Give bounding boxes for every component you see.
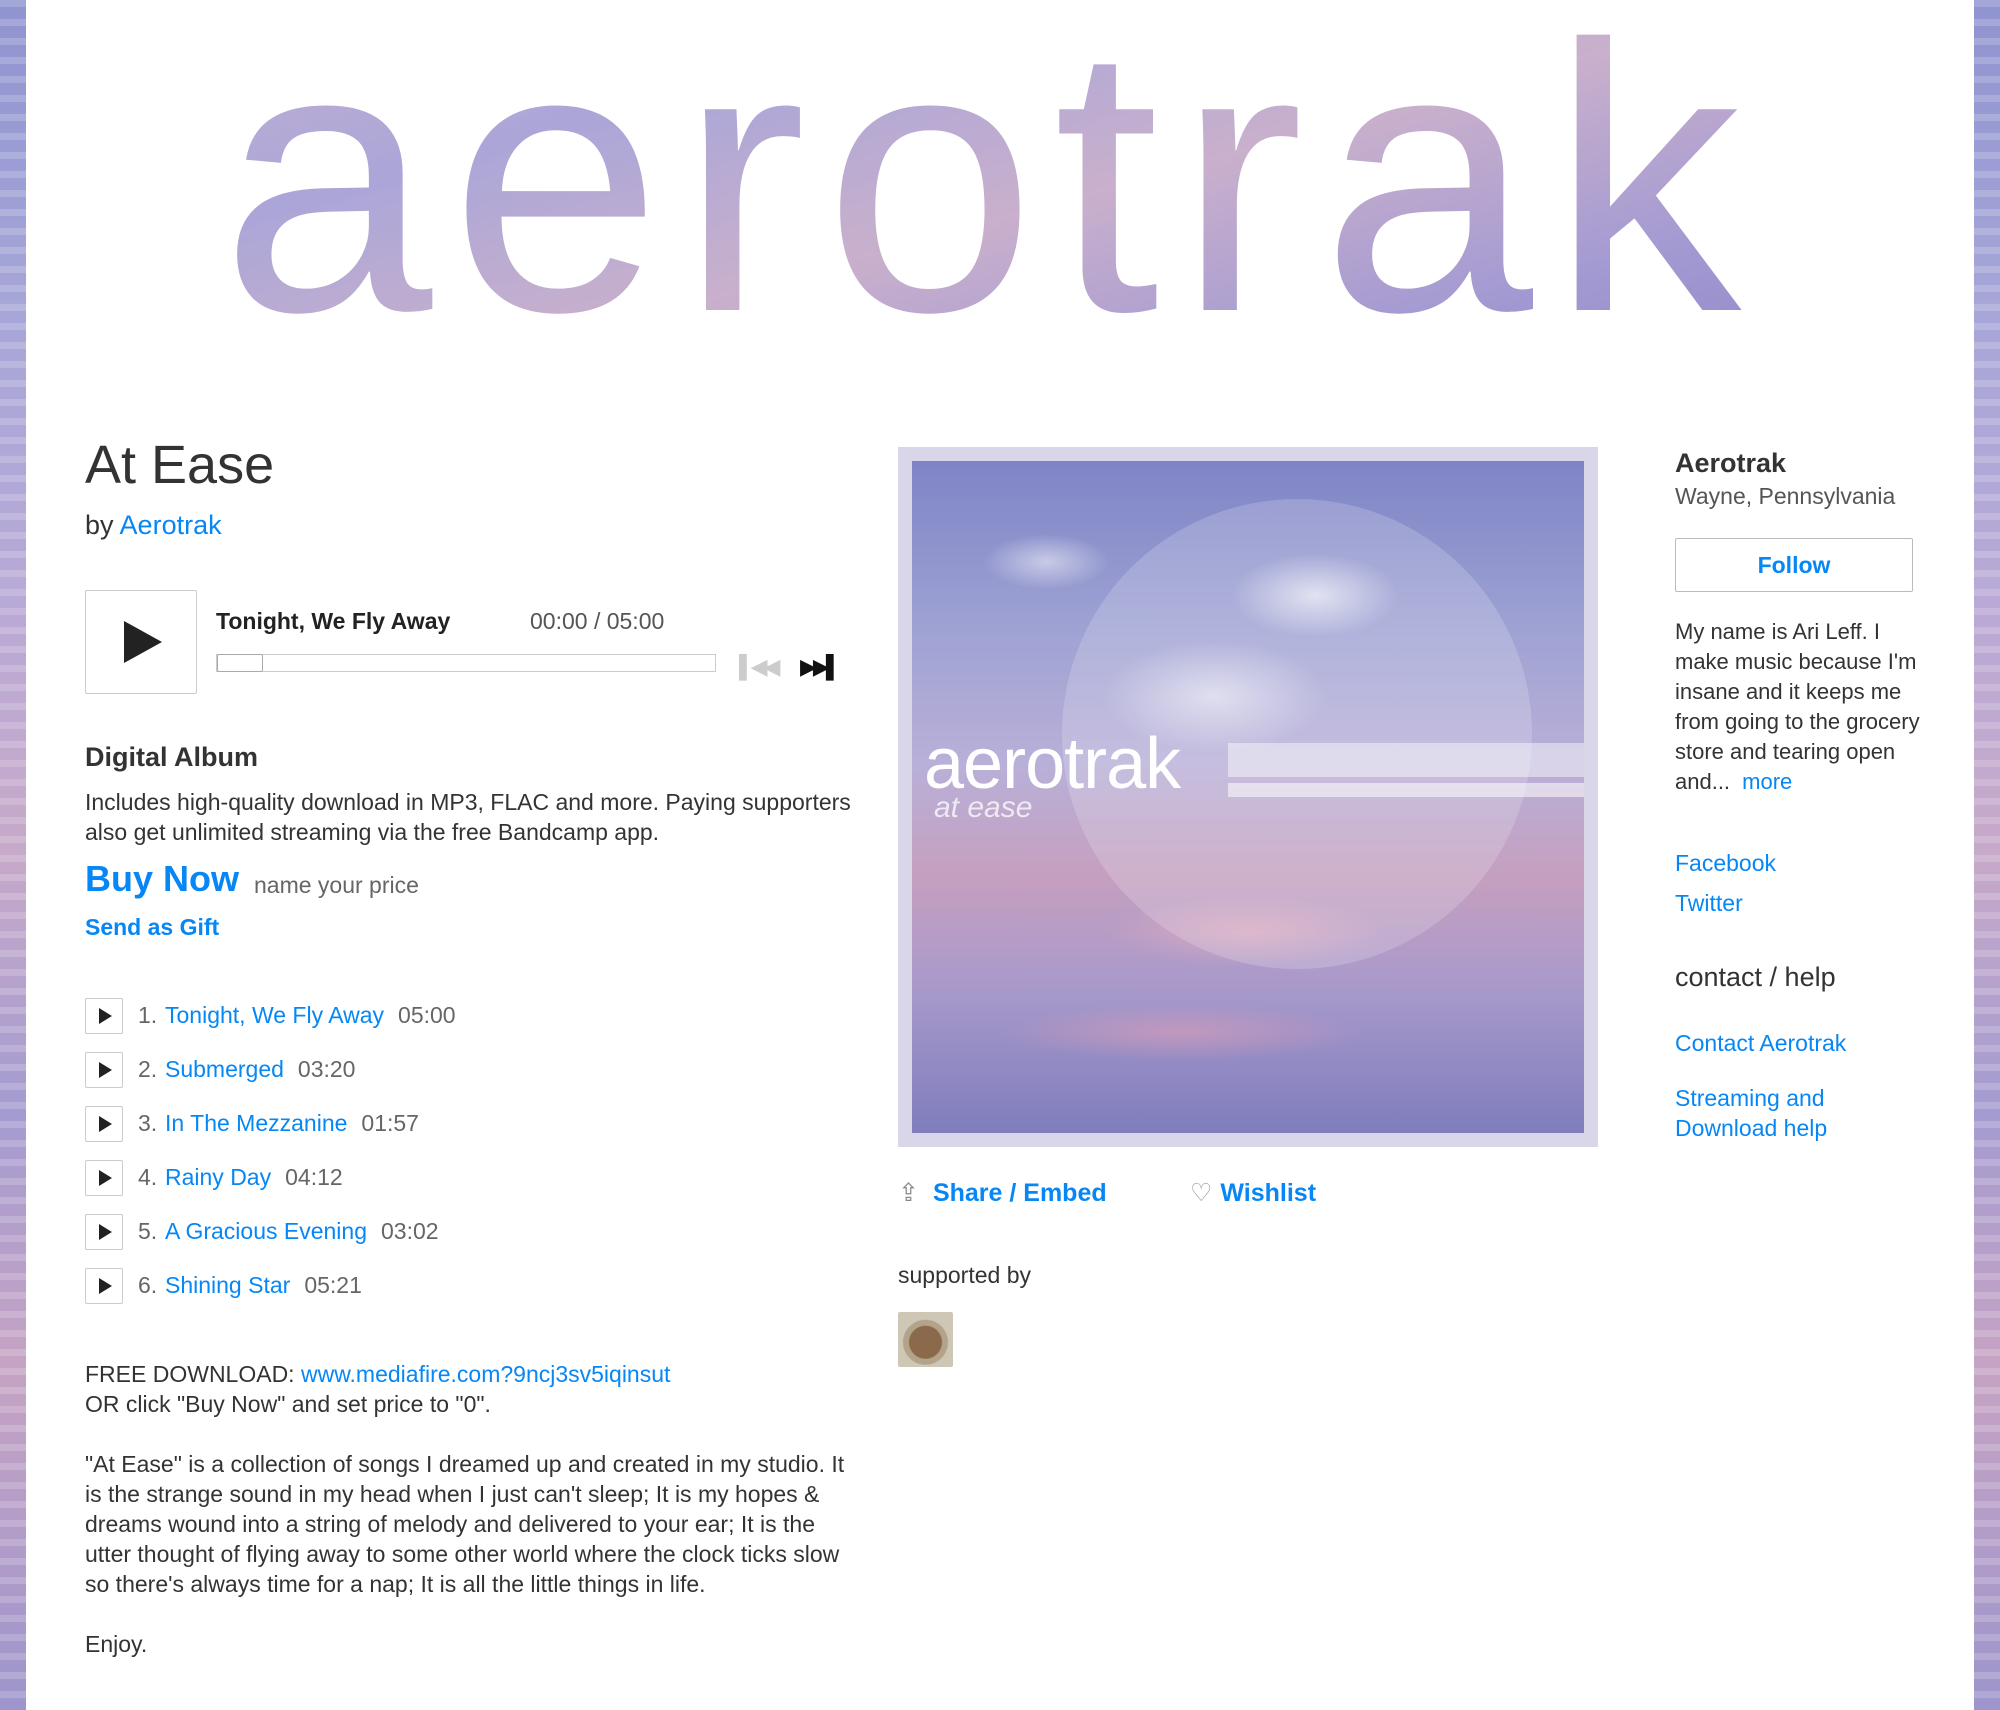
banner-logo-text: aerotrak (221, 0, 1759, 391)
follow-button[interactable]: Follow (1675, 538, 1913, 592)
track-row: 4. Rainy Day 04:12 (85, 1154, 865, 1208)
track-row: 6. Shining Star 05:21 (85, 1262, 865, 1316)
band-bio: My name is Ari Leff. I make music becaus… (1675, 617, 1925, 797)
album-cover[interactable]: aerotrak at ease (898, 447, 1598, 1147)
band-name[interactable]: Aerotrak (1675, 448, 1786, 479)
wishlist-button[interactable]: ♡ Wishlist (1190, 1178, 1316, 1208)
track-number: 1. (138, 1002, 158, 1028)
banner[interactable]: aerotrak (26, 0, 1974, 400)
album-cover-image: aerotrak at ease (912, 461, 1584, 1133)
track-play-button[interactable] (85, 1268, 123, 1304)
download-prefix: FREE DOWNLOAD: (85, 1361, 295, 1387)
play-icon (99, 1170, 112, 1186)
play-icon (99, 1224, 112, 1240)
track-title-link[interactable]: Rainy Day (165, 1164, 271, 1190)
cover-band (1228, 783, 1584, 797)
share-embed-button[interactable]: ⇪ Share / Embed (898, 1178, 1107, 1208)
share-label: Share / Embed (932, 1179, 1107, 1207)
track-row: 3. In The Mezzanine 01:57 (85, 1100, 865, 1154)
digital-album-title: Digital Album (85, 742, 258, 772)
contact-help-heading: contact / help (1675, 962, 1836, 992)
download-info: FREE DOWNLOAD: www.mediafire.com?9ncj3sv… (85, 1359, 865, 1419)
price-label: name your price (254, 872, 419, 898)
streaming-download-help-link[interactable]: Streaming and Download help (1675, 1083, 1905, 1143)
current-track-time: 00:00 / 05:00 (530, 608, 665, 634)
track-play-button[interactable] (85, 1106, 123, 1142)
track-row: 2. Submerged 03:20 (85, 1046, 865, 1100)
bio-more-link[interactable]: more (1742, 769, 1792, 794)
heart-icon: ♡ (1190, 1179, 1213, 1207)
track-duration: 05:00 (398, 1002, 456, 1028)
track-list: 1. Tonight, We Fly Away 05:00 2. Submerge… (85, 992, 865, 1316)
track-play-button[interactable] (85, 1214, 123, 1250)
twitter-link[interactable]: Twitter (1675, 890, 1743, 917)
audio-player: Tonight, We Fly Away 00:00 / 05:00 ▌◀◀ ▶… (85, 590, 865, 700)
progress-thumb[interactable] (217, 654, 263, 672)
artist-link[interactable]: Aerotrak (120, 510, 222, 540)
byline: by Aerotrak (85, 510, 222, 541)
page: aerotrak At Ease by Aerotrak Tonight, We… (26, 0, 1974, 1710)
play-icon (99, 1278, 112, 1294)
play-button[interactable] (85, 590, 197, 694)
share-icon: ⇪ (898, 1179, 919, 1207)
cover-band (1228, 743, 1584, 777)
download-link[interactable]: www.mediafire.com?9ncj3sv5iqinsut (301, 1361, 670, 1387)
track-title-link[interactable]: Shining Star (165, 1272, 290, 1298)
track-duration: 05:21 (304, 1272, 362, 1298)
track-duration: 03:20 (297, 1056, 356, 1082)
about-closing: Enjoy. (85, 1631, 148, 1657)
wishlist-label: Wishlist (1220, 1179, 1317, 1207)
send-as-gift-link[interactable]: Send as Gift (85, 914, 219, 941)
bio-text: My name is Ari Leff. I make music becaus… (1675, 619, 1920, 794)
cover-album-text: at ease (934, 791, 1033, 824)
track-title-link[interactable]: A Gracious Evening (165, 1218, 367, 1244)
digital-album-description: Includes high-quality download in MP3, F… (85, 789, 851, 845)
track-row: 1. Tonight, We Fly Away 05:00 (85, 992, 865, 1046)
supporter-avatar[interactable] (898, 1312, 953, 1367)
by-prefix: by (85, 510, 114, 540)
previous-track-icon[interactable]: ▌◀◀ (739, 654, 780, 680)
current-track-title: Tonight, We Fly Away (216, 608, 451, 634)
track-duration: 01:57 (361, 1110, 419, 1136)
track-number: 3. (138, 1110, 158, 1136)
track-title-link[interactable]: Submerged (165, 1056, 284, 1082)
track-number: 6. (138, 1272, 158, 1298)
track-play-button[interactable] (85, 1160, 123, 1196)
play-icon (99, 1062, 112, 1078)
track-number: 5. (138, 1218, 158, 1244)
buy-now-button[interactable]: Buy Now (85, 858, 239, 900)
contact-artist-link[interactable]: Contact Aerotrak (1675, 1030, 1846, 1057)
track-duration: 04:12 (285, 1164, 343, 1190)
track-play-button[interactable] (85, 998, 123, 1034)
play-icon (99, 1116, 112, 1132)
album-about: FREE DOWNLOAD: www.mediafire.com?9ncj3sv… (85, 1359, 865, 1689)
track-row: 5. A Gracious Evening 03:02 (85, 1208, 865, 1262)
track-title-link[interactable]: In The Mezzanine (165, 1110, 347, 1136)
about-paragraph: "At Ease" is a collection of songs I dre… (85, 1451, 845, 1597)
track-title-link[interactable]: Tonight, We Fly Away (165, 1002, 384, 1028)
track-duration: 03:02 (381, 1218, 439, 1244)
next-track-icon[interactable]: ▶▶▌ (800, 654, 841, 680)
track-play-button[interactable] (85, 1052, 123, 1088)
progress-bar[interactable] (216, 654, 716, 672)
supported-by-label: supported by (898, 1262, 1031, 1288)
band-location: Wayne, Pennsylvania (1675, 483, 1896, 509)
play-icon (124, 621, 162, 663)
facebook-link[interactable]: Facebook (1675, 850, 1776, 877)
play-icon (99, 1008, 112, 1024)
track-number: 4. (138, 1164, 158, 1190)
download-note: OR click "Buy Now" and set price to "0". (85, 1391, 491, 1417)
track-number: 2. (138, 1056, 158, 1082)
album-title: At Ease (85, 435, 275, 495)
